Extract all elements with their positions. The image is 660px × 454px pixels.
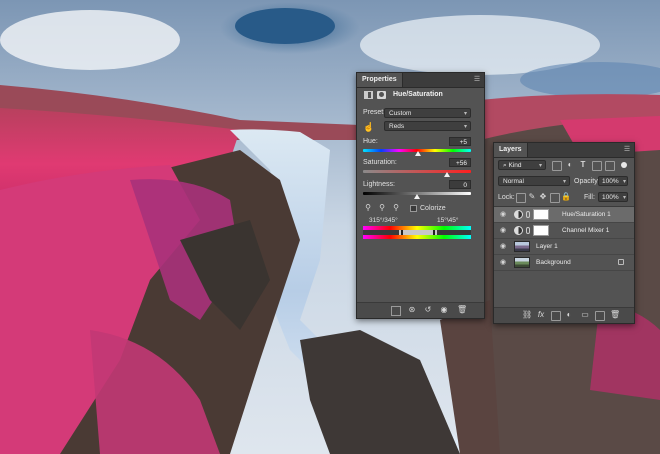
link-chain-icon[interactable] bbox=[526, 211, 530, 218]
properties-panel: Properties ☰ Hue/Saturation Preset: Cust… bbox=[356, 72, 485, 319]
tab-layers[interactable]: Layers bbox=[494, 143, 528, 157]
panel-menu-icon[interactable]: ☰ bbox=[623, 146, 631, 154]
colorize-label: Colorize bbox=[420, 205, 446, 212]
colorize-checkbox[interactable] bbox=[410, 205, 417, 212]
lock-label: Lock: bbox=[498, 194, 515, 201]
chevron-down-icon: ▾ bbox=[463, 111, 467, 117]
mask-icon[interactable] bbox=[377, 91, 386, 99]
channel-dropdown[interactable]: Reds ▾ bbox=[384, 121, 471, 131]
adjustment-layer-icon bbox=[514, 210, 523, 219]
lock-transparent-pixels-icon[interactable] bbox=[516, 193, 526, 203]
trash-icon[interactable]: 🗑 bbox=[610, 310, 620, 320]
opacity-input[interactable]: 100% ▾ bbox=[598, 176, 628, 186]
targeted-adjustment-hand-icon[interactable]: ☝ bbox=[363, 122, 374, 132]
filter-type-icon[interactable]: T bbox=[578, 160, 588, 170]
lock-all-icon[interactable]: 🔒 bbox=[561, 192, 571, 202]
color-range-bar-output bbox=[363, 235, 471, 239]
hue-slider-thumb[interactable] bbox=[415, 151, 421, 156]
chevron-down-icon: ▾ bbox=[622, 195, 626, 201]
lightness-input[interactable]: 0 bbox=[449, 180, 471, 189]
new-group-folder-icon[interactable]: ▭ bbox=[580, 310, 590, 320]
lock-image-pixels-icon[interactable]: ✎ bbox=[527, 192, 537, 202]
layers-tabbar: Layers ☰ bbox=[494, 143, 634, 158]
link-layers-icon[interactable]: ⛓ bbox=[522, 310, 532, 320]
view-previous-state-icon[interactable]: ⊛ bbox=[407, 305, 417, 315]
fill-value: 100% bbox=[602, 194, 619, 201]
clip-to-layer-icon[interactable] bbox=[391, 306, 401, 316]
lightness-label: Lightness: bbox=[363, 181, 395, 188]
lightness-slider-thumb[interactable] bbox=[414, 194, 420, 199]
new-layer-icon[interactable] bbox=[595, 311, 605, 321]
layer-row-layer-1[interactable]: ◉ Layer 1 bbox=[494, 239, 634, 255]
visibility-eye-icon[interactable]: ◉ bbox=[439, 305, 449, 315]
layers-panel: Layers ☰ ⌕ Kind ▾ ◐ T Normal ▾ Opacity: … bbox=[493, 142, 635, 324]
visibility-eye-icon[interactable]: ◉ bbox=[499, 227, 507, 235]
trash-icon[interactable]: 🗑 bbox=[457, 305, 467, 315]
visibility-eye-icon[interactable]: ◉ bbox=[499, 259, 507, 267]
layer-mask-thumbnail[interactable] bbox=[533, 209, 549, 220]
layer-row-hue-saturation[interactable]: ◉ Hue/Saturation 1 bbox=[494, 207, 634, 223]
layer-mask-thumbnail[interactable] bbox=[533, 225, 549, 236]
eyedropper-plus-icon[interactable]: ⚲ bbox=[377, 203, 387, 213]
layer-name[interactable]: Channel Mixer 1 bbox=[562, 223, 609, 238]
hue-input[interactable]: +5 bbox=[449, 137, 471, 146]
eyedropper-minus-icon[interactable]: ⚲ bbox=[391, 203, 401, 213]
visibility-eye-icon[interactable]: ◉ bbox=[499, 211, 507, 219]
properties-tabbar: Properties ☰ bbox=[357, 73, 484, 88]
layer-row-background[interactable]: ◉ Background bbox=[494, 255, 634, 271]
filter-smart-object-icon[interactable] bbox=[605, 161, 615, 171]
filter-toggle-icon[interactable] bbox=[621, 162, 627, 168]
layer-name[interactable]: Hue/Saturation 1 bbox=[562, 207, 611, 222]
layer-name[interactable]: Layer 1 bbox=[536, 239, 558, 254]
adjustment-layer-icon bbox=[514, 226, 523, 235]
saturation-slider-track[interactable] bbox=[363, 170, 471, 173]
preset-label: Preset: bbox=[363, 109, 386, 116]
filter-adjustment-icon[interactable]: ◐ bbox=[565, 160, 575, 170]
fill-input[interactable]: 100% ▾ bbox=[598, 192, 628, 202]
filter-pixel-icon[interactable] bbox=[552, 161, 562, 171]
blend-mode-value: Normal bbox=[503, 178, 524, 185]
fill-label: Fill: bbox=[584, 194, 595, 201]
chevron-down-icon: ▾ bbox=[622, 179, 626, 185]
tab-properties[interactable]: Properties bbox=[357, 73, 403, 87]
add-mask-icon[interactable] bbox=[551, 311, 561, 321]
layer-thumbnail[interactable] bbox=[514, 241, 530, 252]
filter-shape-icon[interactable] bbox=[592, 161, 602, 171]
chevron-down-icon: ▾ bbox=[538, 163, 542, 169]
lock-icon bbox=[618, 259, 624, 265]
blend-mode-dropdown[interactable]: Normal ▾ bbox=[498, 176, 570, 186]
saturation-input[interactable]: +56 bbox=[449, 158, 471, 167]
hue-label: Hue: bbox=[363, 138, 378, 145]
preset-dropdown[interactable]: Custom ▾ bbox=[384, 108, 471, 118]
adjustment-title: Hue/Saturation bbox=[393, 91, 443, 98]
lock-position-icon[interactable]: ✥ bbox=[538, 192, 548, 202]
lock-artboard-icon[interactable] bbox=[550, 193, 560, 203]
channel-value: Reds bbox=[389, 123, 405, 130]
new-adjustment-icon[interactable]: ◐ bbox=[564, 310, 574, 320]
opacity-label: Opacity: bbox=[574, 178, 600, 185]
chevron-down-icon: ▾ bbox=[463, 124, 467, 130]
saturation-label: Saturation: bbox=[363, 159, 397, 166]
range-left-value: 315°/345° bbox=[369, 217, 398, 224]
visibility-eye-icon[interactable]: ◉ bbox=[499, 243, 507, 251]
panel-menu-icon[interactable]: ☰ bbox=[473, 76, 481, 84]
reset-icon[interactable]: ↺ bbox=[423, 305, 433, 315]
filter-kind-dropdown[interactable]: ⌕ Kind ▾ bbox=[498, 160, 546, 170]
fx-icon[interactable]: fx bbox=[536, 310, 546, 320]
eyedropper-icon[interactable]: ⚲ bbox=[363, 203, 373, 213]
chevron-down-icon: ▾ bbox=[562, 179, 566, 185]
preset-value: Custom bbox=[389, 110, 412, 117]
layer-thumbnail[interactable] bbox=[514, 257, 530, 268]
layers-footer: ⛓ fx ◐ ▭ 🗑 bbox=[494, 307, 634, 323]
opacity-value: 100% bbox=[602, 178, 619, 185]
range-right-value: 15°\45° bbox=[437, 217, 459, 224]
filter-kind-value: Kind bbox=[508, 162, 522, 169]
properties-footer: ⊛ ↺ ◉ 🗑 bbox=[357, 302, 484, 318]
layers-list: ◉ Hue/Saturation 1 ◉ Channel Mixer 1 ◉ L… bbox=[494, 206, 634, 287]
layer-row-channel-mixer[interactable]: ◉ Channel Mixer 1 bbox=[494, 223, 634, 239]
link-chain-icon[interactable] bbox=[526, 227, 530, 234]
adjustment-icon[interactable] bbox=[364, 91, 373, 99]
saturation-slider-thumb[interactable] bbox=[444, 172, 450, 177]
layer-name[interactable]: Background bbox=[536, 255, 571, 270]
